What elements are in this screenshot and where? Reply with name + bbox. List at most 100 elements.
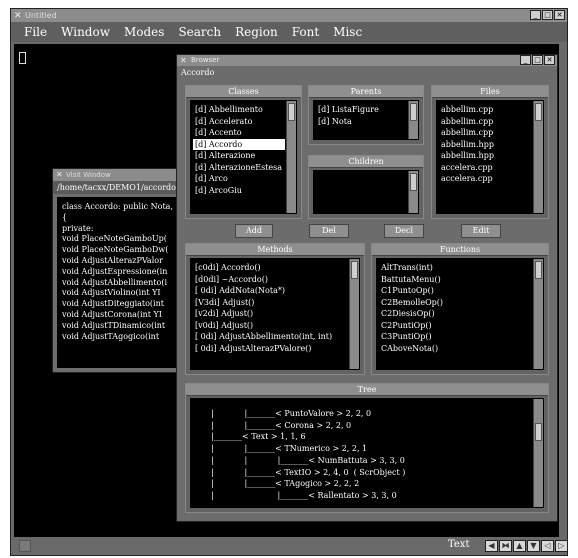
tree-view[interactable]: | |_______< PuntoValore > 2, 2, 0 | |___… — [190, 398, 544, 508]
code-line: void AdjustAbbellimento(i — [62, 277, 168, 287]
file-item[interactable]: abbellim.cpp — [441, 116, 532, 128]
function-item[interactable]: AltTrans(int) — [381, 262, 532, 274]
function-item[interactable]: C2PuntiOp() — [381, 320, 532, 332]
class-item[interactable]: [d] Abbellimento — [195, 104, 285, 116]
tree-scrollbar[interactable] — [535, 423, 542, 441]
code-line: void AdjustViolino(int YI — [62, 288, 161, 298]
maximize-button[interactable]: □ — [542, 10, 553, 20]
menu-search[interactable]: Search — [171, 22, 228, 42]
method-item[interactable]: [d0di] ~Accordo() — [195, 274, 348, 286]
function-item[interactable]: CAboveNota() — [381, 343, 532, 355]
code-line: void PlaceNoteGamboUp( — [62, 234, 167, 244]
parent-item[interactable]: [d] Nota — [318, 116, 407, 128]
tree-node[interactable]: | |_______< TextIO > 2, 4, 0 ( ScrObject… — [196, 467, 532, 479]
menu-region[interactable]: Region — [228, 22, 285, 42]
minimize-button[interactable]: _ — [530, 10, 541, 20]
add-button[interactable]: Add — [235, 224, 273, 238]
tree-header: Tree — [186, 384, 548, 396]
nav-prev-page-icon[interactable]: ⧓ — [499, 540, 512, 552]
classes-list[interactable]: [d] Abbellimento [d] Accelerato [d] Acce… — [190, 100, 297, 214]
close-button[interactable]: ✕ — [554, 10, 565, 20]
code-line: void AdjustTDinamico(int — [62, 320, 166, 330]
method-item[interactable]: [ 0di] AddNota(Nota*) — [195, 285, 348, 297]
code-line: private: — [62, 223, 94, 233]
method-item[interactable]: [ 0di] AdjustAbbellimento(int, int) — [195, 331, 348, 343]
classes-scrollbar[interactable] — [288, 103, 295, 121]
main-titlebar[interactable]: ✕ Untitled _ □ ✕ — [11, 9, 567, 22]
method-item[interactable]: [v0di] Adjust() — [195, 320, 348, 332]
tree-node[interactable]: | |_______< Rallentato > 3, 3, 0 — [196, 490, 532, 502]
tree-node[interactable]: | |_______< TAgogico > 2, 2, 2 — [196, 478, 532, 490]
method-item[interactable]: [c0di] Accordo() — [195, 262, 348, 274]
file-item[interactable]: accelera.cpp — [441, 162, 532, 174]
class-item[interactable]: [d] ArcoGiu — [195, 185, 285, 197]
parents-pane: Parents [d] ListaFigure [d] Nota — [308, 85, 424, 145]
files-header: Files — [432, 86, 548, 98]
methods-scrollbar[interactable] — [351, 261, 358, 279]
children-header: Children — [309, 156, 423, 168]
class-item[interactable]: [d] AlterazioneEstesa — [195, 162, 285, 174]
del-button[interactable]: Del — [309, 224, 349, 238]
edit-button[interactable]: Edit — [461, 224, 501, 238]
children-scrollbar[interactable] — [410, 173, 417, 191]
close-button[interactable]: ✕ — [544, 55, 555, 65]
maximize-button[interactable]: □ — [532, 55, 543, 65]
function-item[interactable]: C1PuntoOp() — [381, 285, 532, 297]
function-item[interactable]: C2BemolleOp() — [381, 297, 532, 309]
browser-window: ✕ Browser _ □ ✕ Accordo Classes [d] Abbe… — [176, 54, 558, 522]
function-item[interactable]: C2DiesisOp() — [381, 308, 532, 320]
minimize-button[interactable]: _ — [520, 55, 531, 65]
parents-list[interactable]: [d] ListaFigure [d] Nota — [313, 100, 419, 140]
functions-header: Functions — [372, 244, 548, 256]
menu-window[interactable]: Window — [54, 22, 117, 42]
menu-font[interactable]: Font — [285, 22, 326, 42]
file-item[interactable]: accelera.cpp — [441, 173, 532, 185]
function-item[interactable]: BattutaMenu() — [381, 274, 532, 286]
class-item[interactable]: [d] Accento — [195, 127, 285, 139]
method-item[interactable]: [V3di] Adjust() — [195, 297, 348, 309]
code-line: void AdjustDiteggiato(int — [62, 299, 164, 309]
tree-node[interactable]: | | |_______< NumBattuta > 3, 3, 0 — [196, 455, 532, 467]
class-item-selected[interactable]: [d] Accordo — [193, 138, 285, 150]
parents-scrollbar[interactable] — [410, 103, 417, 121]
visit-file-path: /home/tacxx/DEMO1/accordo.h — [53, 181, 187, 194]
children-list[interactable] — [313, 170, 419, 214]
file-item[interactable]: abbellim.cpp — [441, 127, 532, 139]
methods-list[interactable]: [c0di] Accordo() [d0di] ~Accordo() [ 0di… — [190, 258, 360, 370]
method-item[interactable]: [ 0di] AdjustAlterazPValore() — [195, 343, 348, 355]
class-item[interactable]: [d] Alterazione — [195, 150, 285, 162]
code-line: void AdjustAlterazPValor — [62, 255, 163, 265]
menu-file[interactable]: File — [17, 22, 54, 42]
functions-scrollbar[interactable] — [535, 261, 542, 279]
function-item[interactable]: C3PuntiOp() — [381, 331, 532, 343]
menu-modes[interactable]: Modes — [117, 22, 171, 42]
nav-back-icon[interactable]: ◁ — [541, 540, 554, 552]
file-item[interactable]: abbellim.hpp — [441, 150, 532, 162]
files-list[interactable]: abbellim.cpp abbellim.cpp abbellim.cpp a… — [436, 100, 544, 214]
nav-down-icon[interactable]: ▼ — [527, 540, 540, 552]
visit-code-view[interactable]: class Accordo: public Nota, { private: v… — [57, 197, 185, 368]
browser-titlebar[interactable]: ✕ Browser _ □ ✕ — [177, 55, 557, 66]
parent-item[interactable]: [d] ListaFigure — [318, 104, 407, 116]
tree-node[interactable]: |_______< Text > 1, 1, 6 — [196, 431, 532, 443]
method-item[interactable]: [v2di] Adjust() — [195, 308, 348, 320]
tree-node[interactable]: | |_______< TNumerico > 2, 2, 1 — [196, 443, 532, 455]
status-mode-text: Text — [448, 539, 470, 550]
tree-node[interactable]: | |_______< PuntoValore > 2, 2, 0 — [196, 408, 532, 420]
menu-misc[interactable]: Misc — [326, 22, 369, 42]
nav-up-icon[interactable]: ▲ — [513, 540, 526, 552]
visit-titlebar[interactable]: ✕ Visit Window — [53, 169, 187, 181]
decl-button[interactable]: Decl — [384, 224, 424, 238]
nav-forward-icon[interactable]: ▷ — [555, 540, 568, 552]
class-item[interactable]: [d] Accelerato — [195, 116, 285, 128]
files-scrollbar[interactable] — [535, 103, 542, 121]
nav-first-icon[interactable]: ◀ — [485, 540, 498, 552]
window-x-icon: ✕ — [56, 170, 63, 179]
tree-node[interactable]: | |_______< Corona > 2, 2, 0 — [196, 420, 532, 432]
class-item[interactable]: [d] Arco — [195, 173, 285, 185]
file-item[interactable]: abbellim.cpp — [441, 104, 532, 116]
methods-pane: Methods [c0di] Accordo() [d0di] ~Accordo… — [185, 243, 365, 375]
file-item[interactable]: abbellim.hpp — [441, 139, 532, 151]
code-line: void AdjustCorona(int YI — [62, 309, 162, 319]
functions-list[interactable]: AltTrans(int) BattutaMenu() C1PuntoOp() … — [376, 258, 544, 370]
